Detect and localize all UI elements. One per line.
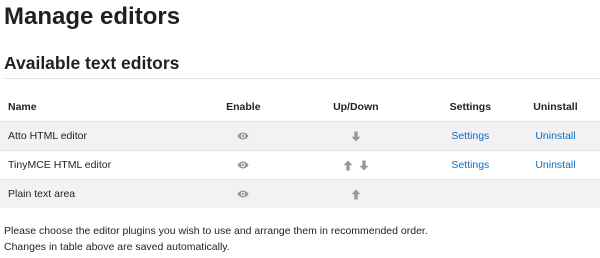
settings-cell: Settings [429,121,511,151]
arrow-down-icon[interactable] [351,131,361,142]
arrow-up-icon[interactable] [343,160,353,171]
enable-cell [204,150,282,180]
editors-table: Name Enable Up/Down Settings Uninstall A… [0,93,600,208]
uninstall-cell [510,179,600,208]
header-updown: Up/Down [281,93,430,122]
table-row: Atto HTML editor Settings Uninstall [0,121,600,151]
header-enable: Enable [204,93,282,122]
eye-icon[interactable] [237,132,249,140]
header-uninstall: Uninstall [510,93,600,122]
editor-name: Plain text area [0,179,205,208]
eye-icon[interactable] [237,190,249,198]
uninstall-cell: Uninstall [510,121,600,151]
editor-name: TinyMCE HTML editor [0,150,205,180]
settings-cell: Settings [429,150,511,180]
enable-cell [204,179,282,208]
arrow-up-icon[interactable] [351,189,361,200]
table-row: Plain text area [0,179,600,208]
header-name: Name [0,93,205,122]
settings-cell [429,179,511,208]
settings-link[interactable]: Settings [451,159,489,171]
enable-cell [204,121,282,151]
uninstall-cell: Uninstall [510,150,600,180]
page-title: Manage editors [4,3,181,30]
settings-link[interactable]: Settings [451,130,489,142]
header-settings: Settings [429,93,511,122]
table-header-row: Name Enable Up/Down Settings Uninstall [0,93,600,122]
updown-cell [281,179,430,208]
editor-name: Atto HTML editor [0,121,205,151]
arrow-down-icon[interactable] [359,160,369,171]
eye-icon[interactable] [237,161,249,169]
updown-cell [281,121,430,151]
section-divider [4,78,600,79]
uninstall-link[interactable]: Uninstall [535,159,575,171]
manage-editors-page: Manage editors Available text editors Na… [0,0,600,258]
instructions-text: Please choose the editor plugins you wis… [4,225,428,237]
table-row: TinyMCE HTML editor Settings Uninstall [0,150,600,180]
section-title: Available text editors [4,53,180,73]
updown-cell [281,150,430,180]
autosave-text: Changes in table above are saved automat… [4,241,230,253]
uninstall-link[interactable]: Uninstall [535,130,575,142]
